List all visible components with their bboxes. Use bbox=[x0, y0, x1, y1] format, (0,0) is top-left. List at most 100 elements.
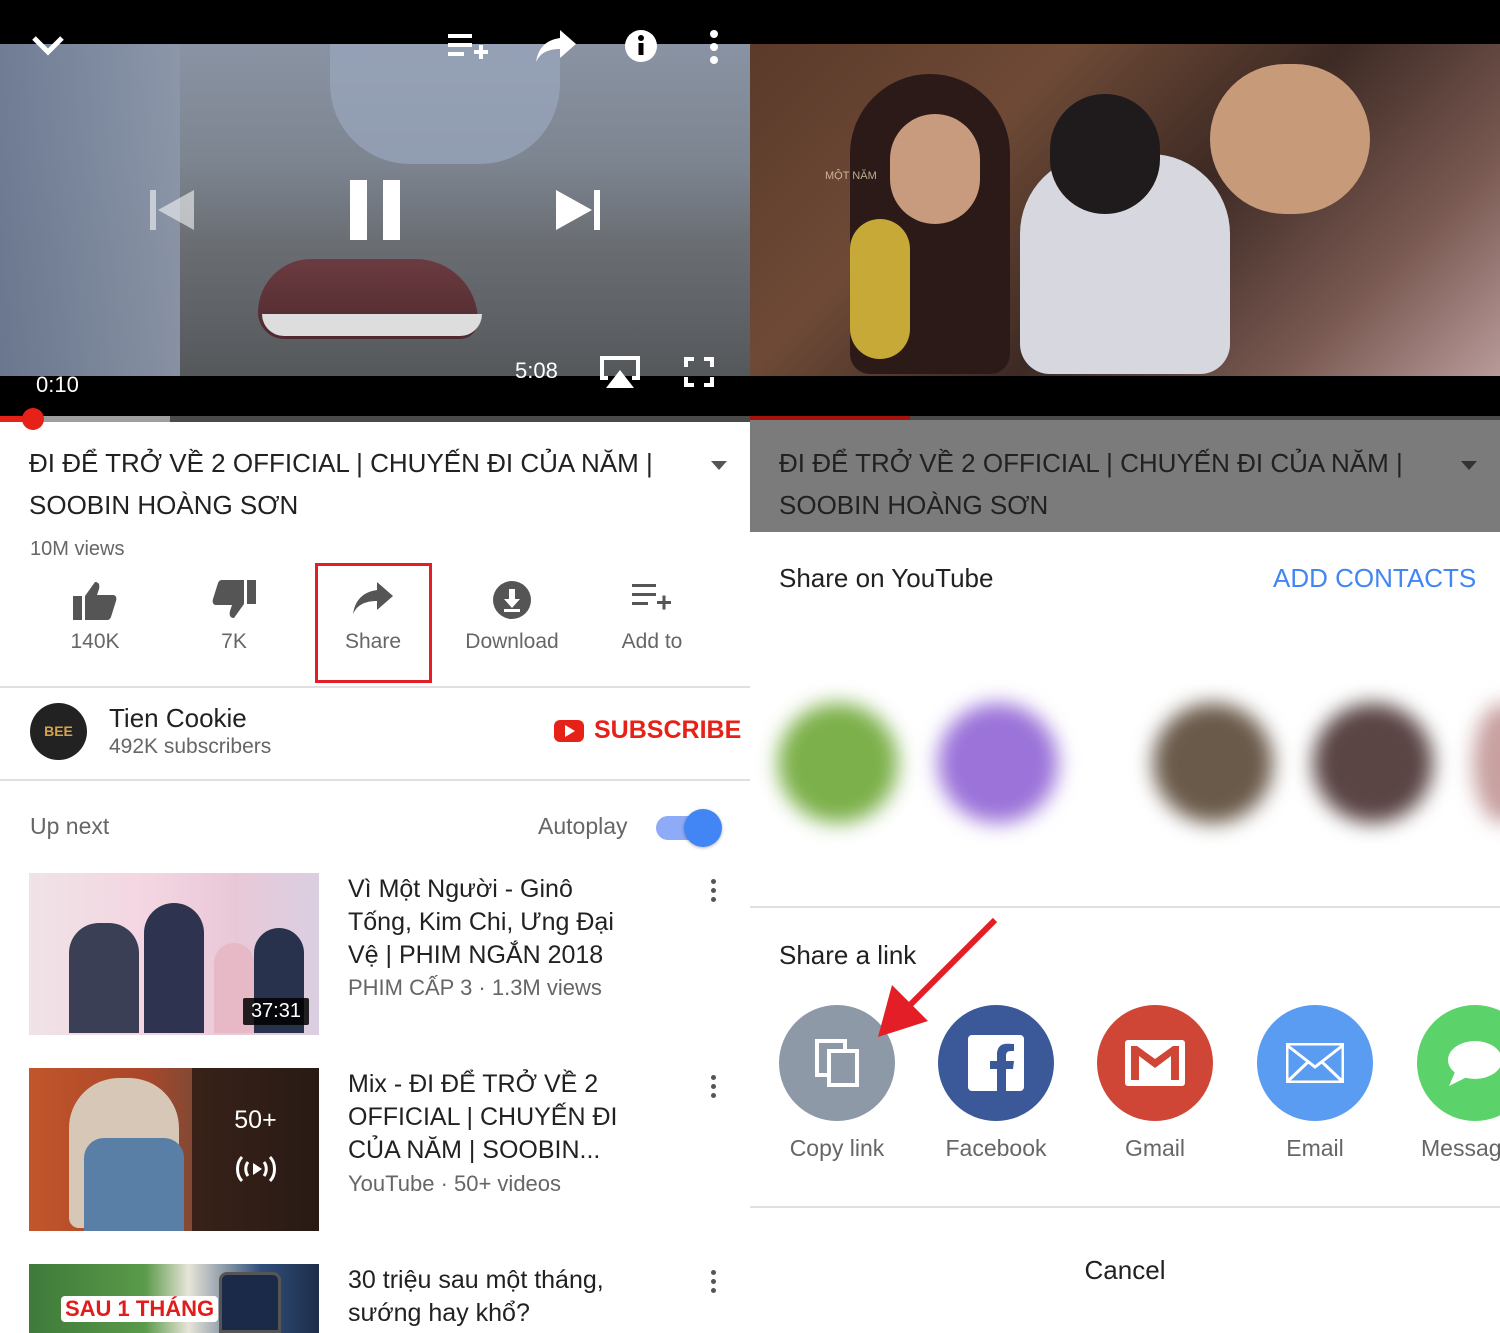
contact-avatar[interactable] bbox=[938, 703, 1058, 823]
previous-icon[interactable] bbox=[148, 186, 196, 234]
message-circle bbox=[1417, 1005, 1500, 1121]
video-title-line2: SOOBIN HOÀNG SƠN bbox=[29, 490, 299, 520]
contact-avatar[interactable] bbox=[1153, 703, 1273, 823]
playlist-count-badge: 50+ bbox=[234, 1106, 277, 1134]
contacts-row[interactable] bbox=[768, 648, 1500, 888]
subscribe-label: SUBSCRIBE bbox=[594, 716, 742, 744]
email-share-button[interactable]: Email bbox=[1257, 1005, 1373, 1162]
current-time: 0:10 bbox=[36, 372, 79, 397]
add-to-button[interactable]: Add to bbox=[587, 580, 717, 654]
scrubber-handle[interactable] bbox=[22, 408, 44, 430]
annotation-arrow-icon bbox=[878, 917, 998, 1037]
video-title[interactable]: Mix - ĐI ĐỂ TRỞ VỀ 2 OFFICIAL | CHUYẾN Đ… bbox=[348, 1068, 678, 1167]
video-frame: MỘT NĂM bbox=[750, 44, 1500, 376]
thumbs-up-icon bbox=[73, 582, 117, 620]
video-duration: 5:08 bbox=[515, 358, 558, 383]
channel-name[interactable]: Tien Cookie bbox=[109, 703, 247, 734]
thumbnail-text: SAU 1 THÁNG bbox=[61, 1296, 219, 1322]
like-button[interactable]: 140K bbox=[30, 580, 160, 654]
video-duration-badge: 37:31 bbox=[242, 998, 309, 1025]
contact-avatar[interactable] bbox=[1313, 703, 1433, 823]
video-player[interactable]: 0:10 5:08 bbox=[0, 0, 750, 420]
thumbs-down-icon bbox=[212, 580, 256, 618]
email-label: Email bbox=[1286, 1135, 1344, 1161]
channel-subscriber-count: 492K subscribers bbox=[109, 735, 272, 758]
autoplay-label: Autoplay bbox=[538, 813, 628, 839]
gmail-label: Gmail bbox=[1124, 1135, 1186, 1161]
video-meta: PHIM CẤP 3 · 1.3M views bbox=[348, 975, 602, 1000]
message-share-button[interactable]: Messag bbox=[1417, 1005, 1500, 1162]
video-title-line: OFFICIAL | CHUYẾN ĐI bbox=[348, 1103, 618, 1131]
like-count: 140K bbox=[70, 630, 120, 653]
message-label: Messag bbox=[1421, 1135, 1500, 1161]
more-options-icon[interactable] bbox=[711, 1270, 716, 1297]
video-title-line: sướng hay khổ? bbox=[348, 1299, 530, 1327]
divider bbox=[0, 779, 750, 781]
add-contacts-button[interactable]: ADD CONTACTS bbox=[1273, 563, 1476, 594]
copy-link-label: Copy link bbox=[789, 1135, 885, 1161]
share-icon[interactable] bbox=[534, 28, 578, 64]
contact-avatar[interactable] bbox=[778, 703, 898, 823]
more-options-icon[interactable] bbox=[711, 879, 716, 906]
minimize-chevron-icon[interactable] bbox=[30, 30, 66, 60]
up-next-heading: Up next bbox=[30, 813, 110, 839]
view-count: 10M views bbox=[30, 538, 125, 560]
contact-avatar[interactable] bbox=[1473, 703, 1500, 823]
share-on-youtube-heading: Share on YouTube bbox=[779, 563, 994, 593]
dislike-count: 7K bbox=[221, 630, 247, 653]
download-button[interactable]: Download bbox=[447, 580, 577, 654]
video-title-line1: ĐI ĐỂ TRỞ VỀ 2 OFFICIAL | CHUYẾN ĐI CỦA … bbox=[29, 448, 653, 478]
download-label: Download bbox=[465, 630, 559, 653]
share-highlight-box bbox=[315, 563, 432, 683]
video-title-line1: ĐI ĐỂ TRỞ VỀ 2 OFFICIAL | CHUYẾN ĐI CỦA … bbox=[779, 448, 1403, 478]
playlist-play-icon bbox=[236, 1155, 276, 1183]
youtube-logo-icon bbox=[554, 719, 584, 742]
gmail-circle bbox=[1097, 1005, 1213, 1121]
subscribe-button[interactable]: SUBSCRIBE bbox=[554, 716, 741, 745]
add-to-label: Add to bbox=[621, 630, 683, 653]
left-screen: 0:10 5:08 ĐI ĐỂ TRỞ VỀ 2 OFFICIAL | CHUY… bbox=[0, 0, 750, 1333]
info-icon[interactable] bbox=[624, 29, 658, 63]
video-title: ĐI ĐỂ TRỞ VỀ 2 OFFICIAL | CHUYẾN ĐI CỦA … bbox=[29, 442, 653, 526]
download-icon bbox=[493, 581, 531, 619]
message-icon bbox=[1448, 1041, 1500, 1086]
video-title: ĐI ĐỂ TRỞ VỀ 2 OFFICIAL | CHUYẾN ĐI CỦA … bbox=[779, 442, 1403, 526]
video-thumbnail[interactable]: SAU 1 THÁNG bbox=[29, 1264, 319, 1333]
video-title-line: Vệ | PHIM NGẮN 2018 bbox=[348, 941, 604, 969]
autoplay-toggle-knob[interactable] bbox=[684, 809, 722, 847]
more-options-icon[interactable] bbox=[711, 1075, 716, 1102]
video-title-line2: SOOBIN HOÀNG SƠN bbox=[779, 490, 1049, 520]
divider bbox=[750, 1206, 1500, 1208]
video-player: MỘT NĂM bbox=[750, 0, 1500, 420]
video-title-line: 30 triệu sau một tháng, bbox=[348, 1266, 604, 1294]
divider bbox=[750, 906, 1500, 908]
cancel-button[interactable]: Cancel bbox=[750, 1255, 1500, 1286]
expand-description-icon bbox=[1461, 461, 1477, 470]
gmail-icon bbox=[1125, 1040, 1185, 1086]
add-to-playlist-icon[interactable] bbox=[448, 30, 488, 64]
channel-avatar[interactable]: BEE bbox=[30, 703, 87, 760]
playlist-thumbnail[interactable]: 50+ bbox=[29, 1068, 319, 1231]
dimmed-title-area: ĐI ĐỂ TRỞ VỀ 2 OFFICIAL | CHUYẾN ĐI CỦA … bbox=[750, 420, 1500, 532]
video-title-line: Mix - ĐI ĐỂ TRỞ VỀ 2 bbox=[348, 1070, 599, 1098]
expand-description-icon[interactable] bbox=[711, 461, 727, 470]
fullscreen-icon[interactable] bbox=[684, 357, 714, 387]
dislike-button[interactable]: 7K bbox=[169, 580, 299, 654]
airplay-icon[interactable] bbox=[598, 354, 642, 390]
gmail-share-button[interactable]: Gmail bbox=[1097, 1005, 1213, 1162]
add-to-playlist-icon bbox=[632, 584, 671, 610]
divider bbox=[0, 686, 750, 688]
video-meta: YouTube · 50+ videos bbox=[348, 1171, 562, 1196]
next-icon[interactable] bbox=[554, 186, 602, 234]
pause-icon[interactable] bbox=[348, 180, 402, 240]
video-thumbnail[interactable]: 37:31 bbox=[29, 873, 319, 1035]
video-title-line: Tống, Kim Chi, Ưng Đại bbox=[348, 908, 614, 936]
more-options-icon[interactable] bbox=[708, 30, 720, 64]
video-title[interactable]: 30 triệu sau một tháng, sướng hay khổ? bbox=[348, 1264, 678, 1330]
facebook-label: Facebook bbox=[945, 1135, 1047, 1161]
video-title[interactable]: Vì Một Người - Ginô Tống, Kim Chi, Ưng Đ… bbox=[348, 873, 678, 972]
video-title-line: CỦA NĂM | SOOBIN... bbox=[348, 1136, 601, 1164]
email-icon bbox=[1286, 1043, 1344, 1083]
video-title-line: Vì Một Người - Ginô bbox=[348, 875, 573, 903]
email-circle bbox=[1257, 1005, 1373, 1121]
